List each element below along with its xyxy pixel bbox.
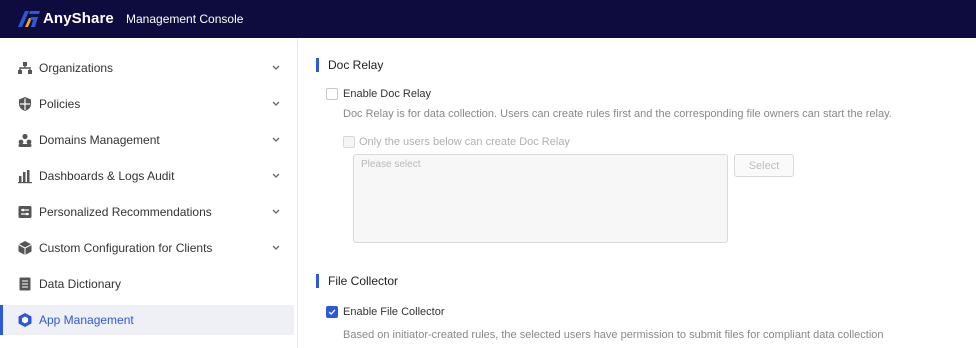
restrict-users-checkbox[interactable]: [343, 136, 355, 148]
shield-icon: [19, 97, 31, 111]
chevron-down-icon: [272, 209, 280, 214]
section-accent: [316, 274, 319, 288]
enable-file-collector-checkbox[interactable]: [326, 306, 338, 318]
sidebar-item-data-dictionary[interactable]: Data Dictionary: [0, 269, 294, 299]
sidebar-item-policies[interactable]: Policies: [0, 89, 294, 119]
sidebar-item-label: Organizations: [39, 61, 114, 75]
chevron-down-icon: [272, 173, 280, 178]
sidebar-item-label: Domains Management: [39, 133, 160, 147]
top-bar: AnyShare Management Console: [0, 0, 976, 38]
sidebar-item-custom-configuration-for-clients[interactable]: Custom Configuration for Clients: [0, 233, 294, 263]
select-placeholder: Please select: [361, 159, 421, 170]
sidebar-item-label: Policies: [39, 97, 81, 111]
chevron-down-icon: [272, 101, 280, 106]
doc-relay-title: Doc Relay: [328, 58, 384, 72]
sidebar-item-label: App Management: [39, 313, 134, 327]
enable-file-collector-label[interactable]: Enable File Collector: [343, 306, 445, 318]
restrict-users-label[interactable]: Only the users below can create Doc Rela…: [359, 136, 570, 148]
org-chart-icon: [18, 62, 32, 74]
book-icon: [19, 277, 31, 291]
sidebar-item-label: Custom Configuration for Clients: [39, 241, 213, 255]
sidebar-item-domains-management[interactable]: Domains Management: [0, 125, 294, 155]
sidebar-item-dashboards-logs-audit[interactable]: Dashboards & Logs Audit: [0, 161, 294, 191]
select-button[interactable]: Select: [734, 154, 794, 177]
chevron-down-icon: [272, 137, 280, 142]
sidebar-item-label: Dashboards & Logs Audit: [39, 169, 175, 183]
enable-doc-relay-label[interactable]: Enable Doc Relay: [343, 88, 431, 100]
app-hexagon-icon: [18, 313, 32, 327]
sidebar-item-app-management[interactable]: App Management: [0, 305, 294, 335]
sidebar-item-label: Personalized Recommendations: [39, 205, 212, 219]
cube-icon: [18, 241, 32, 255]
user-select-box[interactable]: Please select: [353, 154, 728, 243]
file-collector-description: Based on initiator-created rules, the se…: [343, 329, 884, 341]
sidebar-item-organizations[interactable]: Organizations: [0, 53, 294, 83]
checkmark-icon: [328, 309, 336, 316]
main-content: Doc Relay Enable Doc Relay Doc Relay is …: [299, 38, 976, 348]
file-collector-title: File Collector: [328, 274, 399, 288]
chevron-down-icon: [272, 65, 280, 70]
sliders-icon: [18, 206, 32, 218]
console-title: Management Console: [126, 12, 244, 26]
anyshare-logo[interactable]: AnyShare: [18, 10, 114, 27]
sidebar-item-label: Data Dictionary: [39, 277, 122, 291]
sidebar-item-personalized-recommendations[interactable]: Personalized Recommendations: [0, 197, 294, 227]
brand-name: AnyShare: [43, 10, 114, 27]
anyshare-logo-icon: [18, 10, 40, 27]
doc-relay-description: Doc Relay is for data collection. Users …: [343, 108, 892, 120]
enable-doc-relay-checkbox[interactable]: [326, 88, 338, 100]
sidebar: Organizations Policies Domains Managemen…: [0, 38, 298, 348]
section-accent: [316, 58, 319, 72]
chevron-down-icon: [272, 245, 280, 250]
bar-chart-icon: [18, 170, 32, 184]
users-icon: [18, 133, 32, 147]
